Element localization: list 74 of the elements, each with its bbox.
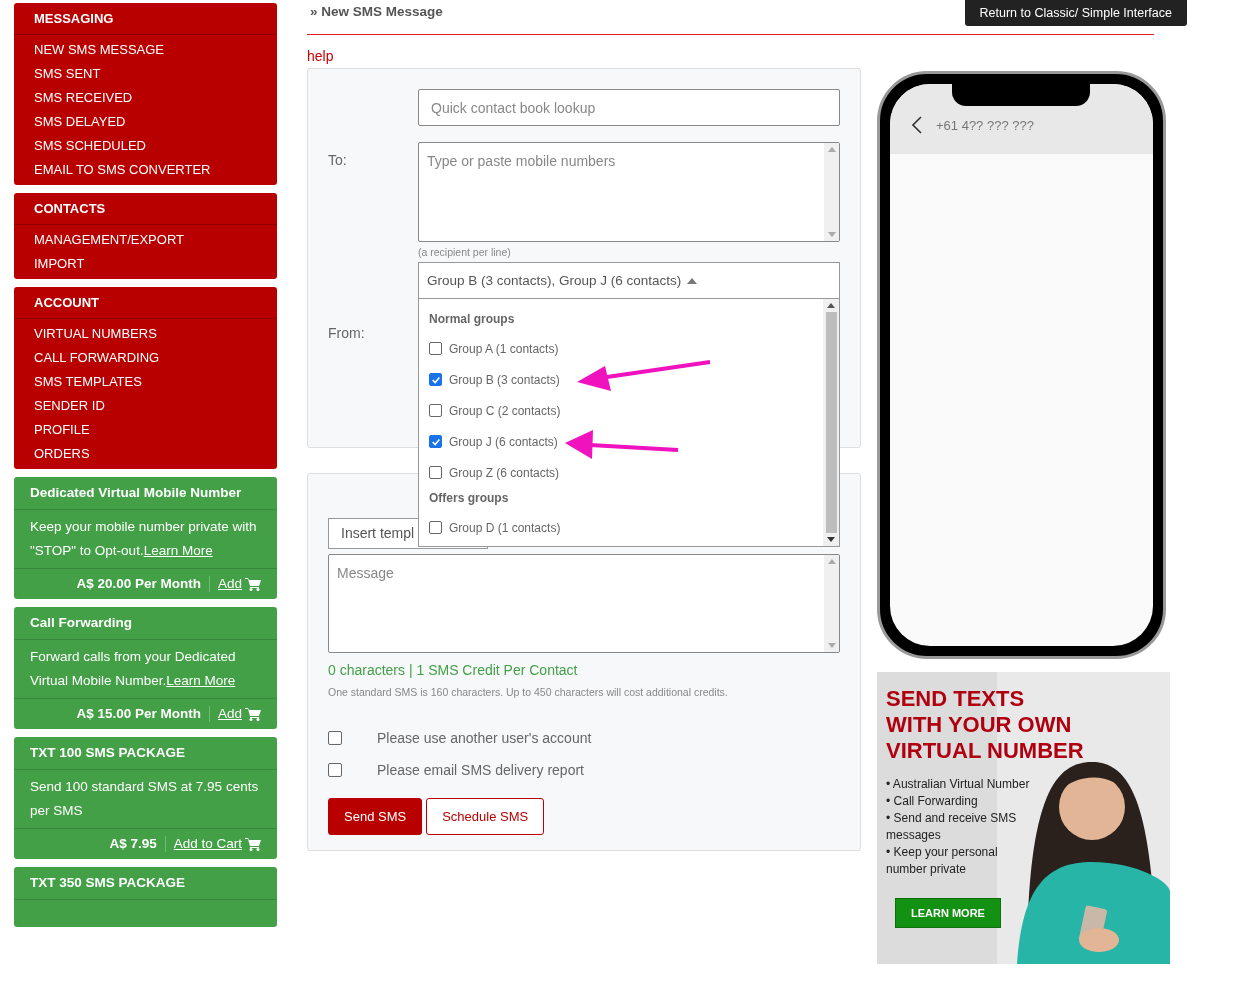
menu-link[interactable]: SMS RECEIVED [14, 86, 277, 110]
offer-title: TXT 350 SMS PACKAGE [14, 867, 277, 900]
checkbox[interactable] [429, 373, 442, 386]
offer-description: Forward calls from your Dedicated Virtual Mobile Number.Learn More [14, 640, 277, 699]
menu-link[interactable]: SMS SENT [14, 62, 277, 86]
ad-headline: SEND TEXTS WITH YOUR OWN VIRTUAL NUMBER [886, 686, 1085, 764]
character-counter: 0 characters | 1 SMS Credit Per Contact [328, 662, 579, 678]
menu-link[interactable]: CALL FORWARDING [14, 346, 277, 370]
group-option[interactable]: Group C (2 contacts) [449, 403, 561, 418]
sms-length-note: One standard SMS is 160 characters. Up to 450 characters will cost additional credits. [328, 686, 729, 698]
field-hint: (a recipient per line) [418, 246, 511, 258]
offer-price: A$ 7.95 [109, 835, 157, 853]
menu-heading: ACCOUNT [14, 287, 277, 319]
scrollbar[interactable] [824, 555, 839, 652]
checkbox[interactable] [429, 435, 442, 448]
menu-link[interactable]: IMPORT [14, 252, 277, 276]
learn-more-button[interactable]: LEARN MORE [895, 898, 1001, 928]
ad-bullet: • Australian Virtual Number [886, 776, 1031, 793]
option-label[interactable]: Please use another user's account [377, 730, 592, 746]
scrollbar[interactable] [823, 299, 839, 546]
menu-link[interactable]: ORDERS [14, 442, 277, 466]
back-icon [912, 116, 922, 134]
schedule-sms-button[interactable]: Schedule SMS [426, 798, 545, 835]
group-section-heading: Normal groups [429, 312, 516, 326]
offer-title: Call Forwarding [14, 607, 277, 640]
ad-banner[interactable]: SEND TEXTS WITH YOUR OWN VIRTUAL NUMBER • Australian Virtual Number • Call Forwarding • Send and receive SMS messages • Keep your personal number private LEARN MORE [877, 672, 1170, 964]
group-option[interactable]: Group B (3 contacts) [449, 372, 560, 387]
numbers-field[interactable]: Type or paste mobile numbers [418, 142, 840, 242]
offer-description: Send 100 standard SMS at 7.95 cents per SMS [14, 770, 277, 829]
groups-select[interactable]: Group B (3 contacts), Group J (6 contacts) [418, 262, 840, 299]
group-option[interactable]: Group Z (6 contacts) [449, 465, 560, 480]
checkbox[interactable] [429, 521, 442, 534]
ad-bullet: • Keep your personal number private [886, 844, 999, 878]
menu-link[interactable]: NEW SMS MESSAGE [14, 38, 277, 62]
group-section-heading: Offers groups [429, 491, 510, 505]
message-field[interactable]: Message [328, 554, 840, 653]
checkbox[interactable] [429, 342, 442, 355]
menu-link[interactable]: VIRTUAL NUMBERS [14, 322, 277, 346]
offer-title: TXT 100 SMS PACKAGE [14, 737, 277, 770]
menu-link[interactable]: PROFILE [14, 418, 277, 442]
ad-bullet: • Call Forwarding [886, 793, 979, 810]
phone-number: +61 4?? ??? ??? [936, 117, 1034, 133]
menu-link[interactable]: SMS SCHEDULED [14, 134, 277, 158]
contact-lookup-field[interactable]: Quick contact book lookup [418, 89, 840, 126]
checkbox[interactable] [328, 731, 342, 745]
checkbox[interactable] [429, 404, 442, 417]
menu-link[interactable]: SMS TEMPLATES [14, 370, 277, 394]
offer-price: A$ 20.00 Per Month [76, 575, 201, 593]
send-sms-button[interactable]: Send SMS [328, 798, 423, 835]
menu-link[interactable]: SMS DELAYED [14, 110, 277, 134]
cart-icon [245, 837, 261, 851]
return-classic-button[interactable]: Return to Classic/ Simple Interface [964, 0, 1187, 26]
scrollbar[interactable] [824, 143, 839, 241]
help-link[interactable]: help [307, 48, 861, 64]
menu-link[interactable]: SENDER ID [14, 394, 277, 418]
caret-icon [687, 277, 698, 284]
ad-bullet: • Send and receive SMS messages [886, 810, 1018, 844]
checkbox[interactable] [328, 763, 342, 777]
menu-heading: MESSAGING [14, 3, 277, 35]
offer-title: Dedicated Virtual Mobile Number [14, 477, 277, 510]
group-option[interactable]: Group A (1 contacts) [449, 341, 559, 356]
checkbox[interactable] [429, 466, 442, 479]
cart-icon [245, 707, 261, 721]
menu-link[interactable]: MANAGEMENT/EXPORT [14, 228, 277, 252]
from-label: From: [328, 324, 366, 341]
group-option[interactable]: Group J (6 contacts) [449, 434, 558, 449]
to-label: To: [328, 151, 348, 170]
offer-price: A$ 15.00 Per Month [76, 705, 201, 723]
cart-icon [245, 577, 261, 591]
menu-link[interactable]: EMAIL TO SMS CONVERTER [14, 158, 277, 182]
offer-description: Keep your mobile number private with "STOP" to Opt-out.Learn More [14, 510, 277, 569]
menu-heading: CONTACTS [14, 193, 277, 225]
option-label[interactable]: Please email SMS delivery report [377, 762, 584, 778]
page-title: » New SMS Message [309, 3, 443, 19]
